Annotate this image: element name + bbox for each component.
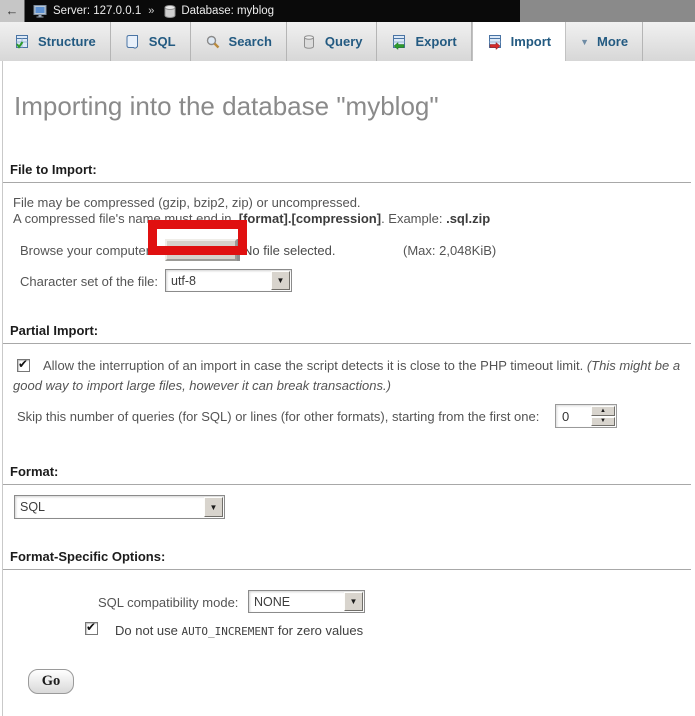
chevron-down-icon: ▼ (580, 37, 589, 47)
allow-interruption-row: ✔ Allow the interruption of an import in … (3, 356, 695, 396)
spinner-down-icon[interactable]: ▼ (591, 417, 615, 427)
go-row: Go (3, 669, 695, 695)
browse-row: Browse your computer: Browse… No file se… (3, 238, 695, 264)
tab-label: More (597, 34, 628, 49)
section-heading-file-to-import: File to Import: (3, 163, 691, 183)
auto-increment-text: Do not use AUTO_INCREMENT for zero value… (115, 623, 363, 638)
filename-note-mid: . Example: (381, 211, 446, 226)
go-button[interactable]: Go (28, 669, 74, 694)
charset-row: Character set of the file: utf-8 ▼ (3, 269, 695, 293)
section-heading-format: Format: (3, 465, 691, 485)
export-icon (391, 34, 407, 50)
auto-increment-checkbox[interactable]: ✔ (85, 622, 98, 635)
back-button[interactable]: ← (0, 0, 25, 22)
dropdown-arrow-icon: ▼ (271, 271, 290, 290)
tab-label: SQL (149, 34, 176, 49)
main-content: Importing into the database "myblog" Fil… (2, 61, 695, 716)
tab-bar: Structure SQL Search Query Export Import… (0, 22, 695, 61)
filename-note-prefix: A compressed file's name must end in (13, 211, 235, 226)
tab-label: Structure (38, 34, 96, 49)
sql-compatibility-label: SQL compatibility mode: (98, 595, 238, 610)
browse-button[interactable]: Browse… (165, 239, 237, 261)
charset-value: utf-8 (166, 270, 270, 291)
auto-increment-row: ✔ Do not use AUTO_INCREMENT for zero val… (3, 621, 695, 639)
breadcrumb-database[interactable]: Database: myblog (181, 5, 274, 17)
sql-compatibility-select[interactable]: NONE ▼ (248, 590, 365, 613)
tab-label: Import (511, 34, 551, 49)
auto-increment-code: AUTO_INCREMENT (182, 625, 275, 638)
spinner-up-icon[interactable]: ▲ (591, 406, 615, 416)
skip-queries-input[interactable]: 0 ▲ ▼ (555, 404, 617, 428)
sql-compatibility-row: SQL compatibility mode: NONE ▼ (3, 590, 695, 614)
tab-import[interactable]: Import (472, 22, 566, 61)
sql-compatibility-value: NONE (249, 591, 343, 612)
tab-label: Query (325, 34, 363, 49)
format-select[interactable]: SQL ▼ (14, 495, 225, 519)
tab-search[interactable]: Search (191, 22, 287, 61)
server-icon (33, 5, 48, 18)
browse-label: Browse your computer: (20, 243, 154, 258)
no-file-selected-text: No file selected. (243, 243, 336, 258)
breadcrumb-bar: ← Server: 127.0.0.1 » Database: myblog (0, 0, 695, 22)
format-row: SQL ▼ (3, 495, 695, 520)
compression-note: File may be compressed (gzip, bzip2, zip… (13, 195, 361, 210)
tab-more[interactable]: ▼ More (566, 22, 643, 61)
breadcrumb-server[interactable]: Server: 127.0.0.1 (53, 5, 141, 17)
tab-export[interactable]: Export (377, 22, 471, 61)
filename-example: .sql.zip (446, 211, 490, 226)
allow-interruption-text: Allow the interruption of an import in c… (43, 358, 587, 373)
checkmark-icon: ✔ (18, 357, 28, 371)
tab-sql[interactable]: SQL (111, 22, 191, 61)
section-heading-format-options: Format-Specific Options: (3, 550, 691, 570)
skip-queries-value: 0 (556, 405, 590, 427)
structure-icon (14, 34, 30, 50)
tab-label: Export (415, 34, 456, 49)
filename-format: .[format].[compression] (235, 211, 381, 226)
tab-label: Search (229, 34, 272, 49)
charset-label: Character set of the file: (20, 274, 158, 289)
skip-queries-row: Skip this number of queries (for SQL) or… (3, 403, 695, 429)
breadcrumb-separator: » (148, 5, 154, 17)
allow-interruption-checkbox[interactable]: ✔ (17, 359, 30, 372)
breadcrumb: ← Server: 127.0.0.1 » Database: myblog (0, 0, 520, 22)
dropdown-arrow-icon: ▼ (204, 497, 223, 517)
spinner: ▲ ▼ (590, 405, 616, 427)
search-icon (205, 34, 221, 50)
tab-structure[interactable]: Structure (0, 22, 111, 61)
dropdown-arrow-icon: ▼ (344, 592, 363, 611)
charset-select[interactable]: utf-8 ▼ (165, 269, 292, 292)
max-size-text: (Max: 2,048KiB) (403, 243, 496, 258)
page-title: Importing into the database "myblog" (3, 61, 695, 122)
skip-queries-label: Skip this number of queries (for SQL) or… (17, 409, 539, 424)
file-import-notes: File may be compressed (gzip, bzip2, zip… (3, 195, 695, 227)
checkmark-icon: ✔ (86, 620, 96, 634)
sql-icon (125, 34, 141, 50)
database-icon (164, 5, 176, 18)
query-icon (301, 34, 317, 50)
tab-query[interactable]: Query (287, 22, 378, 61)
section-heading-partial-import: Partial Import: (3, 324, 691, 344)
import-icon (487, 34, 503, 50)
format-value: SQL (15, 496, 203, 518)
